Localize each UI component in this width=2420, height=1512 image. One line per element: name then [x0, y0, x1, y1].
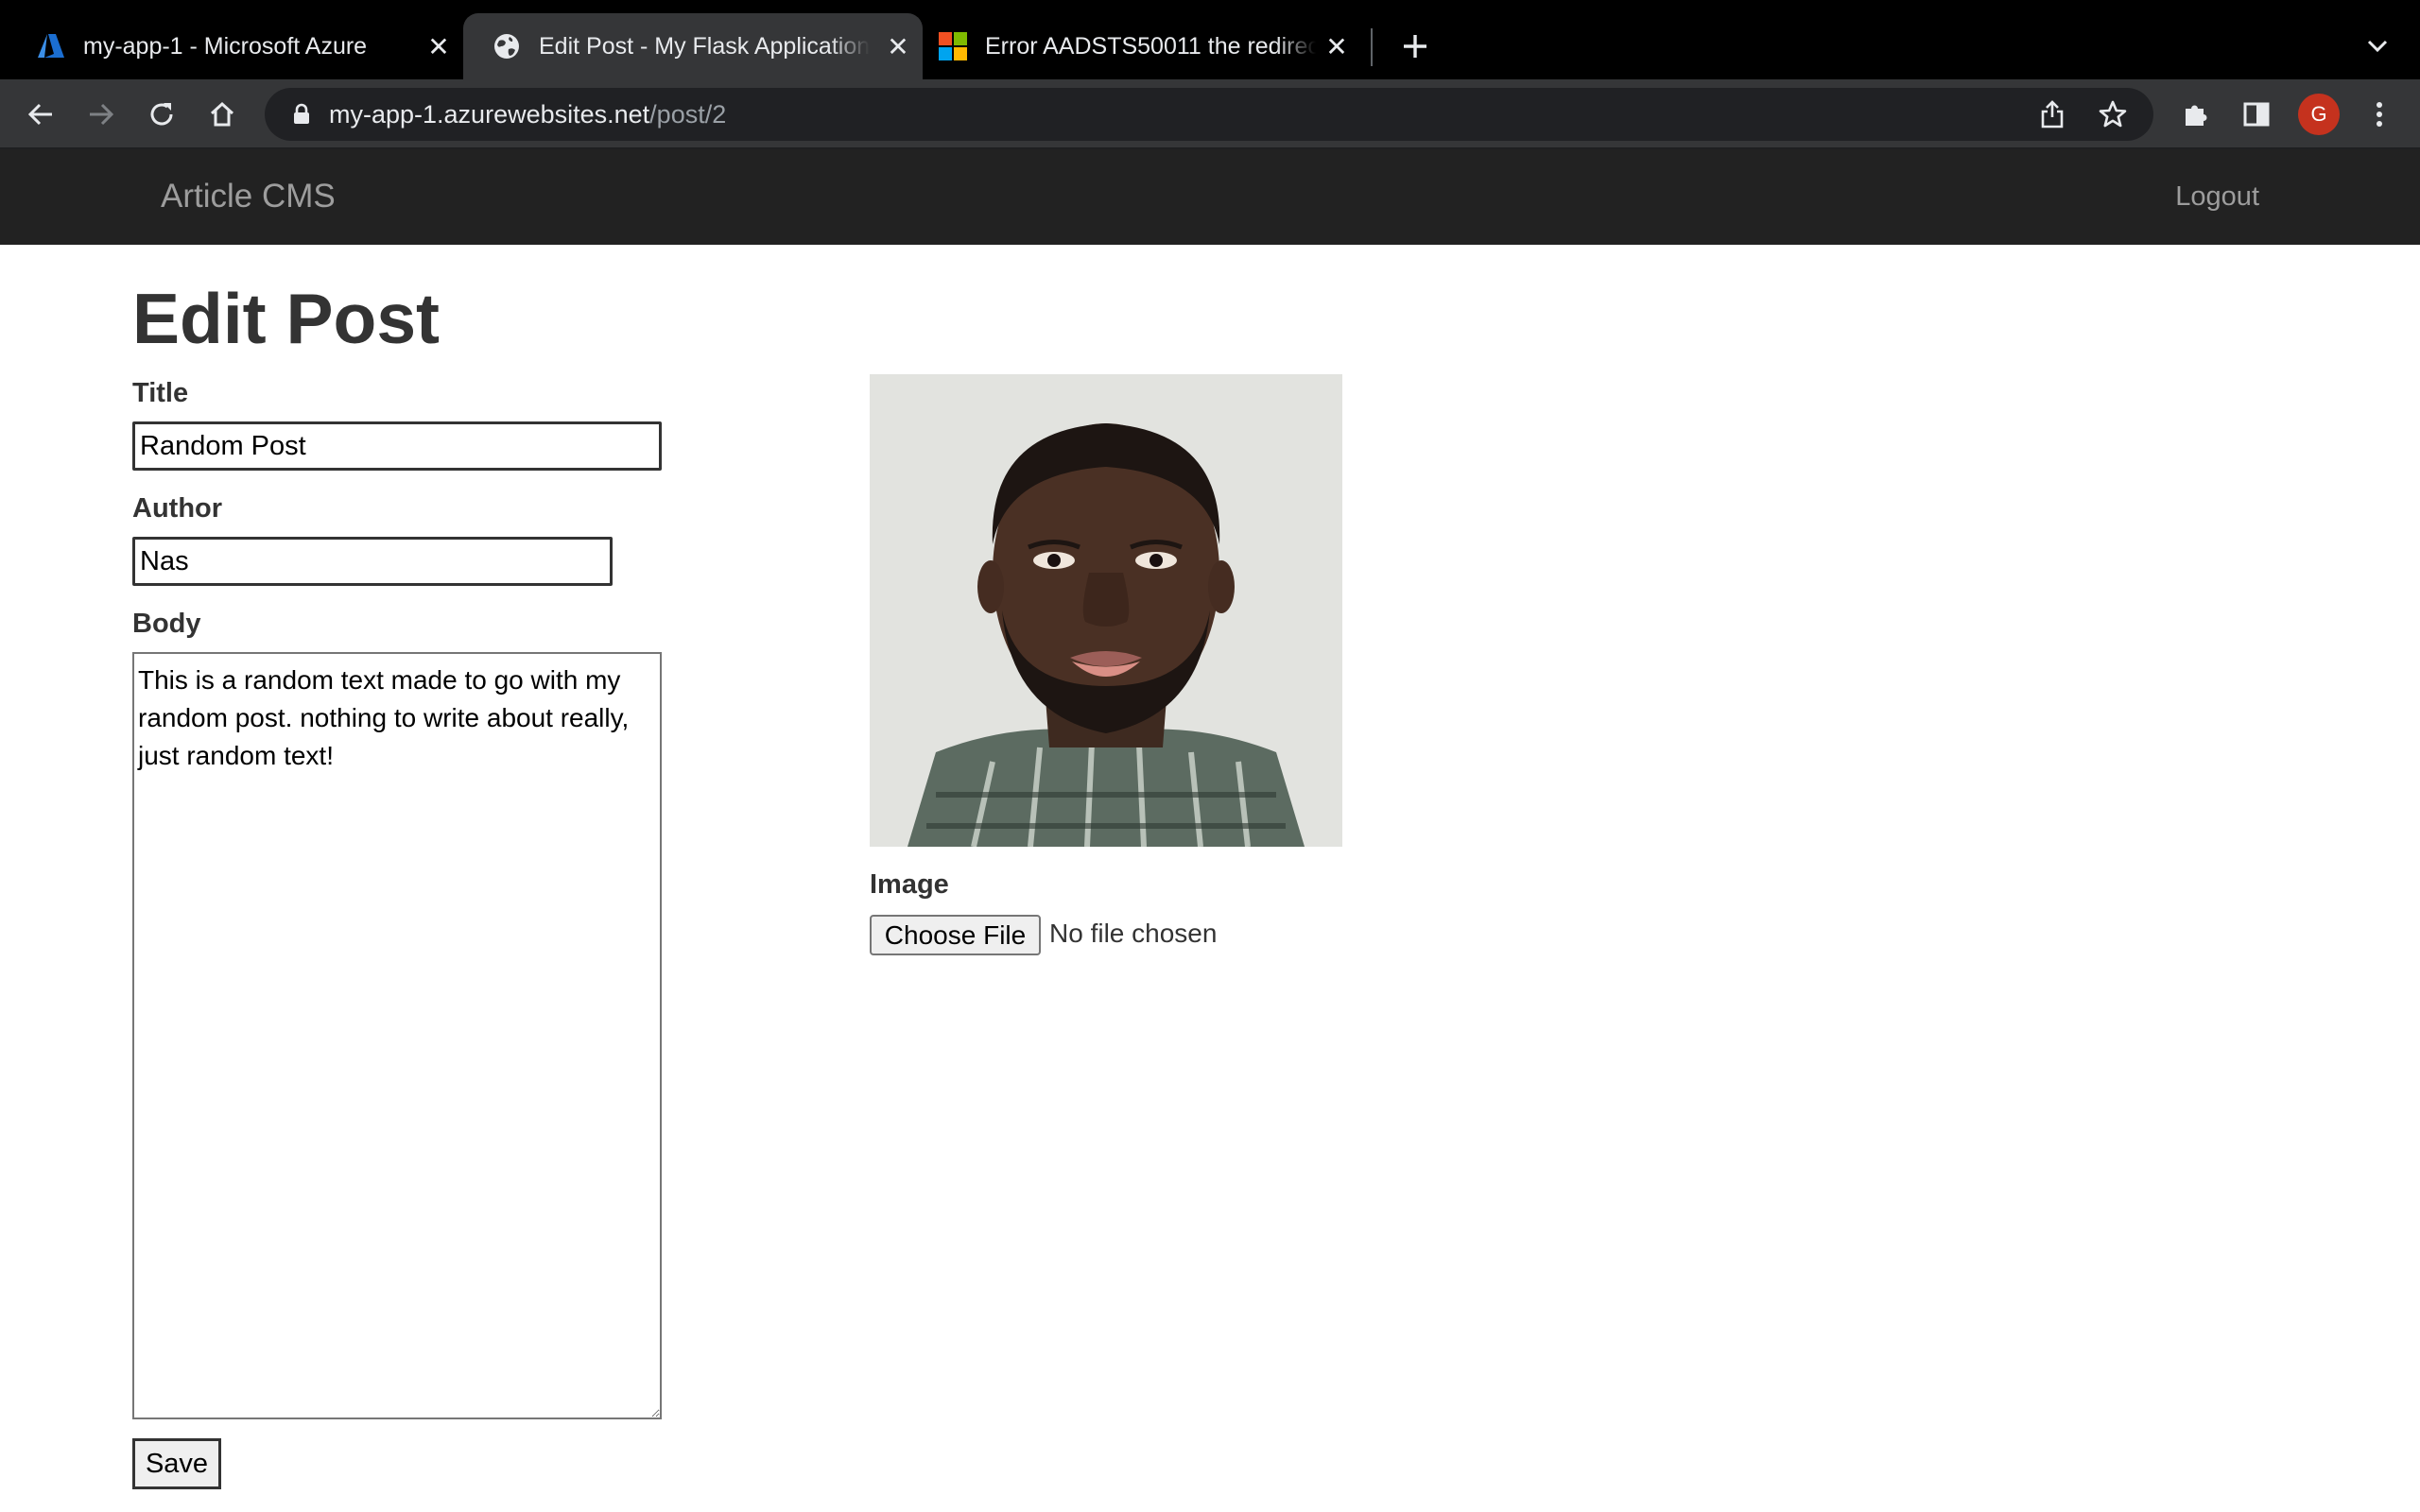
close-tab-icon[interactable]: ✕ [1320, 29, 1354, 63]
bookmark-star-icon[interactable] [2091, 93, 2135, 136]
url-text: my-app-1.azurewebsites.net/post/2 [329, 100, 726, 129]
browser-tab-strip: my-app-1 - Microsoft Azure ✕ Edit Post -… [0, 0, 2420, 79]
tab-separator [1371, 28, 1373, 66]
choose-file-button[interactable]: Choose File [870, 915, 1041, 955]
app-navbar: Article CMS Logout [0, 149, 2420, 245]
title-input[interactable] [132, 421, 662, 471]
azure-logo-icon [36, 31, 66, 61]
page-title: Edit Post [132, 279, 441, 358]
brand-link[interactable]: Article CMS [161, 178, 336, 215]
body-label: Body [132, 609, 201, 639]
globe-icon [492, 31, 522, 61]
tab-title: Edit Post - My Flask Application [539, 32, 870, 60]
share-icon[interactable] [2031, 93, 2074, 136]
title-label: Title [132, 378, 189, 408]
author-label: Author [132, 493, 223, 524]
tab-error-aadsts[interactable]: Error AADSTS50011 the redirect ✕ [938, 13, 1361, 79]
extensions-puzzle-icon[interactable] [2174, 93, 2218, 136]
logout-link[interactable]: Logout [2175, 181, 2259, 213]
lock-icon[interactable] [289, 102, 314, 127]
profile-avatar[interactable]: G [2298, 94, 2340, 135]
url-host: my-app-1.azurewebsites.net [329, 100, 650, 129]
url-path: /post/2 [649, 100, 727, 129]
tab-microsoft-azure[interactable]: my-app-1 - Microsoft Azure ✕ [36, 13, 463, 79]
close-tab-icon[interactable]: ✕ [881, 29, 915, 63]
back-arrow-icon[interactable] [19, 93, 62, 136]
save-button[interactable]: Save [132, 1438, 221, 1489]
microsoft-logo-icon [938, 31, 968, 61]
side-panel-icon[interactable] [2235, 93, 2278, 136]
more-menu-icon[interactable] [2358, 93, 2401, 136]
tab-title: my-app-1 - Microsoft Azure [83, 32, 368, 60]
post-image [870, 374, 1342, 847]
new-tab-plus-icon[interactable] [1393, 25, 1437, 68]
address-bar[interactable]: my-app-1.azurewebsites.net/post/2 [265, 88, 2153, 141]
author-input[interactable] [132, 537, 613, 586]
forward-arrow-icon[interactable] [79, 93, 123, 136]
image-label: Image [870, 869, 949, 900]
tab-title: Error AADSTS50011 the redirect [985, 32, 1316, 60]
home-icon[interactable] [200, 93, 244, 136]
close-tab-icon[interactable]: ✕ [422, 29, 456, 63]
no-file-chosen-text: No file chosen [1049, 919, 1218, 948]
tab-search-chevron-down-icon[interactable] [2356, 25, 2399, 68]
reload-icon[interactable] [140, 93, 183, 136]
browser-toolbar: my-app-1.azurewebsites.net/post/2 G [0, 79, 2420, 149]
tab-edit-post[interactable]: Edit Post - My Flask Application ✕ [463, 13, 923, 79]
body-textarea[interactable]: This is a random text made to go with my… [132, 652, 662, 1419]
